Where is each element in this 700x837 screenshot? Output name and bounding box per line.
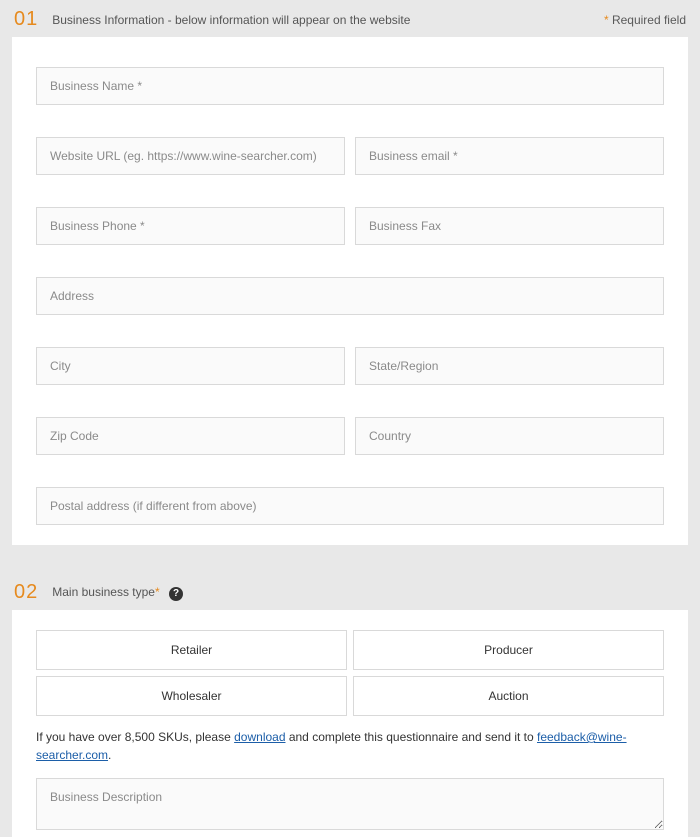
- state-region-input[interactable]: [355, 347, 664, 385]
- section-2-body: Retailer Producer Wholesaler Auction If …: [12, 610, 688, 837]
- wholesaler-button[interactable]: Wholesaler: [36, 676, 347, 716]
- city-input[interactable]: [36, 347, 345, 385]
- help-icon[interactable]: ?: [169, 587, 183, 601]
- section-2-header: 02 Main business type* ?: [0, 573, 700, 610]
- address-input[interactable]: [36, 277, 664, 315]
- section-spacer: [0, 545, 700, 573]
- website-url-input[interactable]: [36, 137, 345, 175]
- business-name-input[interactable]: [36, 67, 664, 105]
- business-phone-input[interactable]: [36, 207, 345, 245]
- required-field-hint: * Required field: [604, 13, 686, 27]
- section-2-number: 02: [14, 581, 38, 604]
- section-1-title: Business Information - below information…: [52, 13, 604, 27]
- zip-code-input[interactable]: [36, 417, 345, 455]
- business-type-grid: Retailer Producer Wholesaler Auction: [36, 630, 664, 716]
- retailer-button[interactable]: Retailer: [36, 630, 347, 670]
- section-1-header: 01 Business Information - below informat…: [0, 0, 700, 37]
- required-text: Required field: [609, 13, 686, 27]
- business-email-input[interactable]: [355, 137, 664, 175]
- sku-note: If you have over 8,500 SKUs, please down…: [36, 728, 664, 764]
- section-1-body: [12, 37, 688, 545]
- producer-button[interactable]: Producer: [353, 630, 664, 670]
- required-asterisk: *: [155, 585, 160, 599]
- country-input[interactable]: [355, 417, 664, 455]
- business-fax-input[interactable]: [355, 207, 664, 245]
- postal-address-input[interactable]: [36, 487, 664, 525]
- section-2-title: Main business type* ?: [52, 585, 686, 601]
- business-description-input[interactable]: [36, 778, 664, 830]
- download-link[interactable]: download: [234, 730, 285, 744]
- auction-button[interactable]: Auction: [353, 676, 664, 716]
- section-1-number: 01: [14, 8, 38, 31]
